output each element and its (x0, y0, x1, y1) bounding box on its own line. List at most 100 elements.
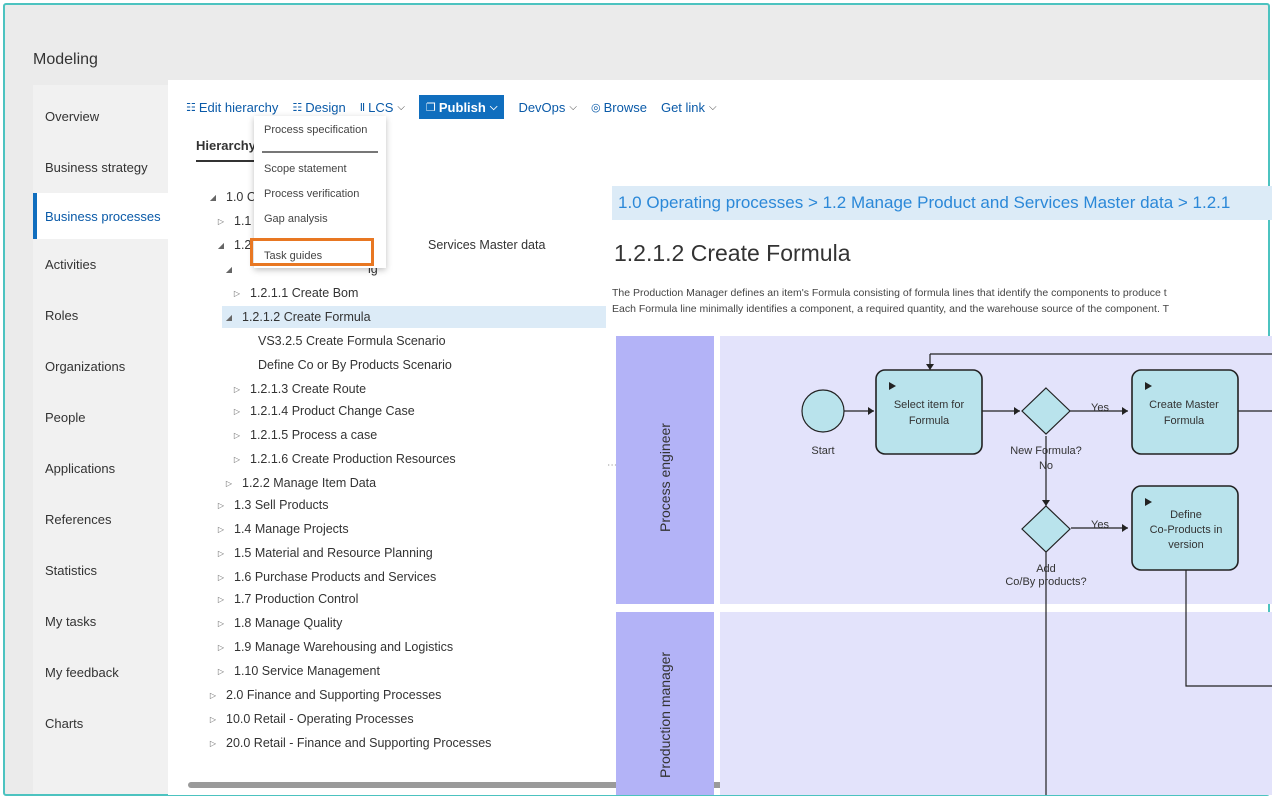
tree-item[interactable]: ▷ 1.2.1.3 Create Route (230, 378, 366, 400)
tree-item[interactable]: ▷ 1.4 Manage Projects (214, 518, 349, 540)
description-line: The Production Manager defines an item's… (612, 287, 1167, 299)
expand-icon[interactable]: ▷ (230, 385, 244, 394)
tree-item[interactable]: ◢ ig (222, 258, 378, 280)
collapse-icon[interactable]: ◢ (206, 193, 220, 202)
expand-icon[interactable]: ▷ (214, 501, 228, 510)
collapse-icon[interactable]: ◢ (214, 241, 228, 250)
expand-icon[interactable]: ▷ (214, 619, 228, 628)
sidebar-item-applications[interactable]: Applications (33, 445, 173, 491)
tree-item-label: Define Co or By Products Scenario (258, 358, 452, 372)
expand-icon[interactable]: ▷ (206, 739, 220, 748)
expand-icon[interactable]: ▷ (214, 549, 228, 558)
tree-item[interactable]: ▷ 1.10 Service Management (214, 660, 380, 682)
publish-icon: ❐ (426, 101, 436, 114)
expand-icon[interactable]: ▷ (214, 667, 228, 676)
lane-label-process-engineer: Process engineer (657, 423, 673, 532)
process-description: The Production Manager defines an item's… (612, 285, 1169, 317)
sidebar-item-activities[interactable]: Activities (33, 241, 173, 287)
lcs-label: LCS (368, 99, 394, 115)
tree-item[interactable]: ▷ 1.2.2 Manage Item Data (222, 472, 376, 494)
sidebar-item-organizations[interactable]: Organizations (33, 343, 173, 389)
sidebar-item-statistics[interactable]: Statistics (33, 547, 173, 593)
expand-icon[interactable]: ▷ (230, 431, 244, 440)
sidebar-item-references[interactable]: References (33, 496, 173, 542)
expand-icon[interactable]: ▷ (230, 289, 244, 298)
menu-item-process-verification[interactable]: Process verification (264, 188, 359, 200)
get-link-label: Get link (660, 99, 706, 115)
tree-item-label: 1.2.1.5 Process a case (250, 428, 378, 442)
sidebar-item-charts[interactable]: Charts (33, 700, 173, 746)
tab-underline (196, 160, 258, 162)
tree-item[interactable]: ▷ 1.5 Material and Resource Planning (214, 542, 433, 564)
menu-separator (262, 151, 378, 153)
breadcrumb[interactable]: 1.0 Operating processes > 1.2 Manage Pro… (612, 186, 1272, 220)
expand-icon[interactable]: ▷ (206, 691, 220, 700)
task-select-item-for-formula[interactable]: Select item for Formula (875, 369, 983, 455)
start-event[interactable] (801, 389, 845, 433)
tree-item-label: 1.8 Manage Quality (234, 616, 343, 630)
expand-icon[interactable]: ▷ (214, 525, 228, 534)
tree-item[interactable]: ▷ 2.0 Finance and Supporting Processes (206, 684, 442, 706)
task-create-master-formula[interactable]: Create Master Formula (1131, 369, 1239, 455)
menu-item-gap-analysis[interactable]: Gap analysis (264, 213, 328, 225)
menu-item-scope-statement[interactable]: Scope statement (264, 163, 347, 175)
hierarchy-icon: ☷ (186, 101, 196, 114)
tree-item[interactable]: ▷ 1.8 Manage Quality (214, 612, 342, 634)
browse-button[interactable]: ◎ Browse (591, 95, 647, 119)
tree-item-label: 1.5 Material and Resource Planning (234, 546, 433, 560)
sidebar-item-my-tasks[interactable]: My tasks (33, 598, 173, 644)
sidebar-item-my-feedback[interactable]: My feedback (33, 649, 173, 695)
flow-label-yes: Yes (1091, 519, 1109, 531)
tree-item[interactable]: Define Co or By Products Scenario (258, 354, 452, 376)
expand-icon[interactable]: ▷ (230, 407, 244, 416)
tree-item[interactable]: VS3.2.5 Create Formula Scenario (258, 330, 446, 352)
sidebar-item-overview[interactable]: Overview (33, 93, 173, 139)
tree-item-label: 1.9 Manage Warehousing and Logistics (234, 640, 454, 654)
chevron-down-icon: ⌵ (489, 101, 498, 113)
expand-icon[interactable]: ▷ (214, 217, 228, 226)
tree-item[interactable]: ▷ 1.1 (214, 210, 251, 232)
tree-item-label-suffix: Services Master data (428, 238, 546, 252)
tree-item[interactable]: ▷ 1.7 Production Control (214, 588, 358, 610)
tree-item[interactable]: ◢ 1.2.1.2 Create Formula (222, 306, 606, 328)
task-define-co-products[interactable]: Define Co-Products in version (1131, 485, 1239, 571)
task-label: version (1168, 539, 1203, 551)
tree-item[interactable]: ▷ 1.2.1.5 Process a case (230, 424, 377, 446)
tree-item[interactable]: ▷ 1.2.1.4 Product Change Case (230, 400, 415, 422)
tree-item[interactable]: ▷ 1.9 Manage Warehousing and Logistics (214, 636, 453, 658)
get-link-button[interactable]: Get link ⌵ (661, 95, 717, 119)
expand-icon[interactable]: ▷ (214, 643, 228, 652)
task-label: Create Master (1149, 399, 1219, 411)
tree-item[interactable]: ▷ 1.2.1.1 Create Bom (230, 282, 358, 304)
tree-item[interactable]: ◢ 1.2 Services Master data (214, 234, 546, 256)
expand-icon[interactable]: ▷ (222, 479, 236, 488)
expand-icon[interactable]: ▷ (214, 595, 228, 604)
app-title: Modeling (33, 51, 98, 68)
tab-hierarchy[interactable]: Hierarchy (196, 138, 256, 153)
tree-item[interactable]: ▷ 1.3 Sell Products (214, 494, 329, 516)
tree-item-label: 1.2.2 Manage Item Data (242, 476, 377, 490)
devops-button[interactable]: DevOps ⌵ (518, 95, 577, 119)
tree-item[interactable]: ▷ 10.0 Retail - Operating Processes (206, 708, 414, 730)
sidebar-item-roles[interactable]: Roles (33, 292, 173, 338)
tree-item[interactable]: ▷ 20.0 Retail - Finance and Supporting Pr… (206, 732, 492, 754)
menu-item-process-specification[interactable]: Process specification (264, 124, 367, 136)
expand-icon[interactable]: ▷ (214, 573, 228, 582)
sidebar-item-business-strategy[interactable]: Business strategy (33, 144, 173, 190)
expand-icon[interactable]: ▷ (206, 715, 220, 724)
tree-item[interactable]: ◢ 1.0 C (206, 186, 256, 208)
tree-item[interactable]: ▷ 1.2.1.6 Create Production Resources (230, 448, 456, 470)
tree-item-label: 1.4 Manage Projects (234, 522, 349, 536)
expand-icon[interactable]: ▷ (230, 455, 244, 464)
publish-button[interactable]: ❐ Publish ⌵ (419, 95, 505, 119)
browse-label: Browse (603, 99, 647, 115)
tree-item[interactable]: ▷ 1.6 Purchase Products and Services (214, 566, 436, 588)
tree-item-label: 1.10 Service Management (234, 664, 380, 678)
collapse-icon[interactable]: ◢ (222, 265, 236, 274)
chevron-down-icon: ⌵ (709, 101, 717, 113)
sidebar-item-people[interactable]: People (33, 394, 173, 440)
collapse-icon[interactable]: ◢ (222, 313, 236, 322)
chevron-down-icon: ⌵ (397, 101, 406, 113)
sidebar-item-business-processes[interactable]: Business processes (33, 193, 173, 239)
design-icon: ☷ (292, 101, 303, 114)
